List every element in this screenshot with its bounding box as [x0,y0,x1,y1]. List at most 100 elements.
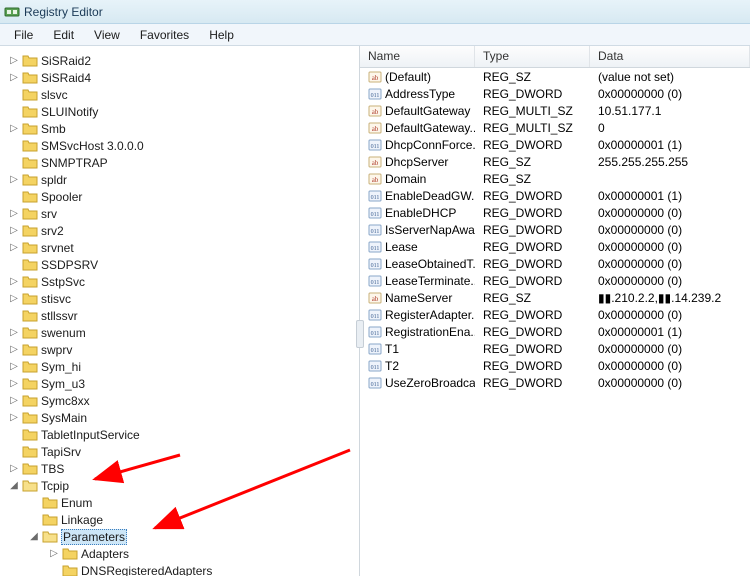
tree-item[interactable]: Linkage [0,511,359,528]
tree-item[interactable]: ▷ Adapters [0,545,359,562]
value-row[interactable]: 011 UseZeroBroadcastREG_DWORD0x00000000 … [360,374,750,391]
expand-icon[interactable]: ▷ [8,123,20,134]
tree-item[interactable]: ▷ swprv [0,341,359,358]
expand-icon[interactable]: ▷ [8,327,20,338]
value-data-cell: 0x00000000 (0) [590,274,750,288]
tree-item[interactable]: ▷ Sym_hi [0,358,359,375]
value-row[interactable]: ab DhcpServerREG_SZ255.255.255.255 [360,153,750,170]
value-name: LeaseObtainedT... [385,257,475,271]
menu-file[interactable]: File [4,26,43,44]
binary-value-icon: 011 [368,87,382,101]
expand-icon[interactable]: ▷ [8,72,20,83]
tree-item[interactable]: ▷ TBS [0,460,359,477]
value-row[interactable]: 011 LeaseTerminate...REG_DWORD0x00000000… [360,272,750,289]
value-list-body[interactable]: ab (Default)REG_SZ(value not set) 011 Ad… [360,68,750,391]
expand-icon[interactable]: ▷ [8,463,20,474]
tree-item[interactable]: SMSvcHost 3.0.0.0 [0,137,359,154]
svg-text:011: 011 [371,348,380,354]
value-type-cell: REG_DWORD [475,189,590,203]
tree-item[interactable]: Spooler [0,188,359,205]
value-row[interactable]: ab (Default)REG_SZ(value not set) [360,68,750,85]
value-list-panel[interactable]: Name Type Data ab (Default)REG_SZ(value … [360,46,750,576]
tree-item[interactable]: DNSRegisteredAdapters [0,562,359,576]
value-row[interactable]: ab DomainREG_SZ [360,170,750,187]
value-row[interactable]: 011 EnableDeadGW...REG_DWORD0x00000001 (… [360,187,750,204]
tree-item[interactable]: ▷ stisvc [0,290,359,307]
expand-icon[interactable]: ▷ [8,293,20,304]
column-header-name[interactable]: Name [360,46,475,67]
splitter-handle[interactable] [356,320,364,348]
value-row[interactable]: 011 DhcpConnForce...REG_DWORD0x00000001 … [360,136,750,153]
folder-icon [22,275,38,289]
string-value-icon: ab [368,70,382,84]
expand-icon[interactable]: ▷ [8,276,20,287]
tree-item[interactable]: ▷ Sym_u3 [0,375,359,392]
expand-icon[interactable]: ▷ [8,242,20,253]
value-data-cell: 0x00000000 (0) [590,376,750,390]
menu-edit[interactable]: Edit [43,26,84,44]
registry-tree[interactable]: ▷ SiSRaid2▷ SiSRaid4 slsvc SLUINotify▷ S… [0,52,359,576]
tree-item[interactable]: SNMPTRAP [0,154,359,171]
tree-item[interactable]: ▷ SiSRaid2 [0,52,359,69]
tree-item[interactable]: Enum [0,494,359,511]
expand-icon[interactable]: ▷ [8,174,20,185]
expand-icon[interactable]: ▷ [8,412,20,423]
tree-item[interactable]: SLUINotify [0,103,359,120]
tree-item[interactable]: slsvc [0,86,359,103]
folder-icon [22,71,38,85]
tree-item[interactable]: ◢ Tcpip [0,477,359,494]
expand-icon[interactable]: ▷ [8,208,20,219]
value-row[interactable]: 011 T2REG_DWORD0x00000000 (0) [360,357,750,374]
value-data-cell: 0x00000001 (1) [590,325,750,339]
tree-item[interactable]: TapiSrv [0,443,359,460]
tree-item[interactable]: ▷ SiSRaid4 [0,69,359,86]
tree-item[interactable]: ▷ srvnet [0,239,359,256]
menu-help[interactable]: Help [199,26,244,44]
tree-item[interactable]: ▷ srv [0,205,359,222]
expand-icon[interactable]: ▷ [48,548,60,559]
tree-item[interactable]: ▷ swenum [0,324,359,341]
value-row[interactable]: 011 IsServerNapAwareREG_DWORD0x00000000 … [360,221,750,238]
column-header-data[interactable]: Data [590,46,750,67]
tree-item[interactable]: ▷ Symc8xx [0,392,359,409]
tree-item[interactable]: SSDPSRV [0,256,359,273]
expand-icon[interactable]: ▷ [8,361,20,372]
tree-item[interactable]: ▷ spldr [0,171,359,188]
collapse-icon[interactable]: ◢ [28,531,40,542]
menu-view[interactable]: View [84,26,130,44]
expand-icon[interactable]: ▷ [8,395,20,406]
value-row[interactable]: 011 T1REG_DWORD0x00000000 (0) [360,340,750,357]
tree-item[interactable]: ▷ Smb [0,120,359,137]
tree-item[interactable]: stllssvr [0,307,359,324]
expand-icon[interactable]: ▷ [8,55,20,66]
tree-item[interactable]: ▷ srv2 [0,222,359,239]
tree-item[interactable]: TabletInputService [0,426,359,443]
value-row[interactable]: 011 AddressTypeREG_DWORD0x00000000 (0) [360,85,750,102]
menu-favorites[interactable]: Favorites [130,26,199,44]
value-row[interactable]: 011 LeaseObtainedT...REG_DWORD0x00000000… [360,255,750,272]
value-row[interactable]: ab DefaultGatewayREG_MULTI_SZ10.51.177.1 [360,102,750,119]
value-row[interactable]: ab NameServerREG_SZ▮▮.210.2.2,▮▮.14.239.… [360,289,750,306]
expand-icon[interactable]: ▷ [8,225,20,236]
value-name-cell: 011 AddressType [360,87,475,101]
column-header-type[interactable]: Type [475,46,590,67]
tree-item[interactable]: ▷ SysMain [0,409,359,426]
value-row[interactable]: 011 RegistrationEna...REG_DWORD0x0000000… [360,323,750,340]
value-row[interactable]: 011 LeaseREG_DWORD0x00000000 (0) [360,238,750,255]
content-area: ▷ SiSRaid2▷ SiSRaid4 slsvc SLUINotify▷ S… [0,46,750,576]
collapse-icon[interactable]: ◢ [8,480,20,491]
tree-item-label: srvnet [41,241,74,255]
tree-item-label: TapiSrv [41,445,81,459]
tree-panel[interactable]: ▷ SiSRaid2▷ SiSRaid4 slsvc SLUINotify▷ S… [0,46,360,576]
tree-item[interactable]: ◢ Parameters [0,528,359,545]
value-row[interactable]: ab DefaultGateway...REG_MULTI_SZ0 [360,119,750,136]
value-row[interactable]: 011 EnableDHCPREG_DWORD0x00000000 (0) [360,204,750,221]
expand-icon[interactable]: ▷ [8,378,20,389]
value-name: (Default) [385,70,431,84]
tree-item[interactable]: ▷ SstpSvc [0,273,359,290]
expand-icon[interactable]: ▷ [8,344,20,355]
tree-item-label: SiSRaid2 [41,54,91,68]
value-name-cell: 011 IsServerNapAware [360,223,475,237]
binary-value-icon: 011 [368,138,382,152]
value-row[interactable]: 011 RegisterAdapter...REG_DWORD0x0000000… [360,306,750,323]
